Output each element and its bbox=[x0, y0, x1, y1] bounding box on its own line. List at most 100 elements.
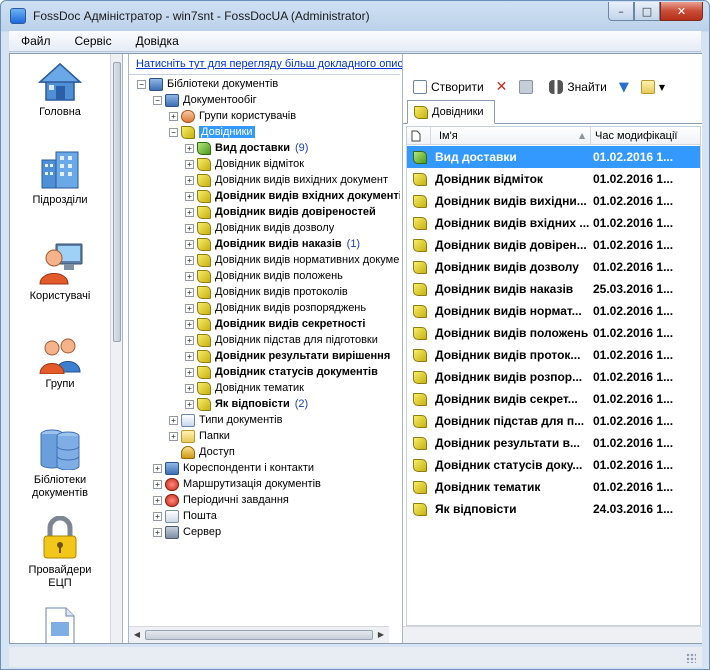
details-hint-link[interactable]: Натисніть тут для перегляду більш доклад… bbox=[136, 58, 408, 70]
expand-icon[interactable]: + bbox=[185, 351, 194, 361]
tree-node[interactable]: +book Довідник видів положень bbox=[185, 268, 343, 284]
resize-grip-icon[interactable] bbox=[686, 653, 696, 663]
expand-icon[interactable]: + bbox=[153, 511, 162, 521]
title-bar[interactable]: FossDoc Адміністратор - win7snt - FossDo… bbox=[1, 1, 709, 31]
expand-icon[interactable]: + bbox=[185, 335, 194, 345]
nav-item-libraries[interactable]: Бібліотеки документів bbox=[10, 426, 110, 500]
expand-icon[interactable]: + bbox=[185, 255, 194, 265]
tree-node[interactable]: +book Довідник видів довіреностей bbox=[185, 204, 376, 220]
expand-icon[interactable]: + bbox=[185, 175, 194, 185]
tree-node[interactable]: +book Довідник видів нормативних документ… bbox=[185, 252, 400, 268]
find-button[interactable]: Знайти bbox=[545, 78, 610, 96]
create-button[interactable]: Створити bbox=[409, 78, 488, 96]
nav-item-departments[interactable]: Підрозділи bbox=[10, 150, 110, 207]
col-name-header[interactable]: Ім'я ▲ bbox=[431, 127, 591, 145]
tree-node[interactable]: +book Довідник видів розпоряджень bbox=[185, 300, 366, 316]
collapse-icon[interactable]: − bbox=[137, 79, 146, 89]
table-row[interactable]: book Довідник видів нормат... 01.02.2016 1… bbox=[407, 300, 700, 322]
filter-button[interactable]: ▼ bbox=[615, 78, 633, 97]
scroll-left-icon[interactable]: ◀ bbox=[130, 627, 144, 643]
minimize-button[interactable]: – bbox=[608, 2, 634, 21]
menu-file[interactable]: Файл bbox=[9, 34, 63, 48]
nav-item-documents[interactable] bbox=[10, 606, 110, 643]
expand-icon[interactable]: + bbox=[185, 271, 194, 281]
table-row[interactable]: book Як відповісти 24.03.2016 1... bbox=[407, 498, 700, 520]
table-row[interactable]: book Довідник видів довірен... 01.02.2016 … bbox=[407, 234, 700, 256]
tree-horizontal-scrollbar[interactable]: ◀ ▶ bbox=[129, 626, 389, 643]
table-row[interactable]: book Довідник видів розпор... 01.02.2016 1… bbox=[407, 366, 700, 388]
table-row[interactable]: book Довідник результати в... 01.02.2016 1… bbox=[407, 432, 700, 454]
expand-icon[interactable]: + bbox=[185, 239, 194, 249]
tree-node[interactable]: +server Сервер bbox=[153, 524, 221, 540]
expand-icon[interactable]: + bbox=[185, 303, 194, 313]
scroll-right-icon[interactable]: ▶ bbox=[374, 627, 388, 643]
expand-icon[interactable]: + bbox=[185, 383, 194, 393]
tree-node[interactable]: +book Довідник видів наказів (1) bbox=[185, 236, 360, 252]
tab-directories[interactable]: Довідники bbox=[407, 100, 495, 124]
tree-node[interactable]: +folder Папки bbox=[169, 428, 230, 444]
table-row[interactable]: book Довідник відміток 01.02.2016 1... bbox=[407, 168, 700, 190]
nav-item-groups[interactable]: Групи bbox=[10, 334, 110, 391]
maximize-button[interactable]: □ bbox=[634, 2, 660, 21]
expand-icon[interactable]: + bbox=[185, 191, 194, 201]
tree-node[interactable]: +route Маршрутизація документів bbox=[153, 476, 321, 492]
tree-node[interactable]: +book Довідник статусів документів bbox=[185, 364, 378, 380]
save-button[interactable] bbox=[515, 78, 541, 96]
tree-node[interactable]: −lib Документообіг bbox=[153, 92, 257, 108]
table-row[interactable]: book Довідник видів наказів 25.03.2016 1..… bbox=[407, 278, 700, 300]
tree-node[interactable]: +mail Пошта bbox=[153, 508, 217, 524]
tree-node[interactable]: +users Групи користувачів bbox=[169, 108, 296, 124]
tree-node[interactable]: +types Типи документів bbox=[169, 412, 282, 428]
col-type-header[interactable] bbox=[407, 127, 431, 145]
table-row[interactable]: book Довідник статусів доку... 01.02.2016 … bbox=[407, 454, 700, 476]
tree-node[interactable]: +book Довідник видів секретності bbox=[185, 316, 365, 332]
expand-icon[interactable]: + bbox=[169, 431, 178, 441]
nav-item-home[interactable]: Головна bbox=[10, 62, 110, 119]
delete-button[interactable]: ✕ bbox=[492, 77, 512, 97]
tree-node[interactable]: access Доступ bbox=[169, 444, 235, 460]
expand-icon[interactable]: + bbox=[153, 495, 162, 505]
expand-icon[interactable]: + bbox=[185, 399, 194, 409]
expand-icon[interactable]: + bbox=[185, 143, 194, 153]
expand-icon[interactable]: + bbox=[169, 415, 178, 425]
tree-node[interactable]: +book Довідник відміток bbox=[185, 156, 304, 172]
expand-icon[interactable]: + bbox=[185, 367, 194, 377]
nav-item-signature-providers[interactable]: Провайдери ЕЦП bbox=[10, 516, 110, 590]
view-options-button[interactable]: ▼ bbox=[637, 78, 669, 96]
table-row[interactable]: book Довідник видів положень 01.02.2016 1.… bbox=[407, 322, 700, 344]
collapse-icon[interactable]: − bbox=[169, 127, 178, 137]
expand-icon[interactable]: + bbox=[153, 479, 162, 489]
expand-icon[interactable]: + bbox=[153, 463, 162, 473]
table-row[interactable]: book Довідник підстав для п... 01.02.2016 … bbox=[407, 410, 700, 432]
nav-scrollbar[interactable] bbox=[110, 54, 122, 643]
expand-icon[interactable]: + bbox=[185, 223, 194, 233]
nav-scroll-thumb[interactable] bbox=[113, 62, 121, 342]
table-row[interactable]: book Довідник видів вхідних ...01.02.2016… bbox=[407, 212, 700, 234]
expand-icon[interactable]: + bbox=[169, 111, 178, 121]
table-row[interactable]: book Довідник тематик 01.02.2016 1... bbox=[407, 476, 700, 498]
table-row[interactable]: book Довідник видів вихідни... 01.02.2016 … bbox=[407, 190, 700, 212]
tree-node[interactable]: +book Довідник видів вихідних документ bbox=[185, 172, 388, 188]
menu-service[interactable]: Сервіс bbox=[63, 34, 124, 48]
col-date-header[interactable]: Час модифікації bbox=[591, 127, 700, 145]
tree-node[interactable]: +book Довідник тематик bbox=[185, 380, 304, 396]
content-horizontal-scrollbar[interactable] bbox=[403, 626, 702, 643]
close-button[interactable]: ✕ bbox=[660, 2, 703, 21]
expand-icon[interactable]: + bbox=[185, 319, 194, 329]
expand-icon[interactable]: + bbox=[185, 287, 194, 297]
tree-node[interactable]: +book Довідник підстав для підготовки bbox=[185, 332, 378, 348]
expand-icon[interactable]: + bbox=[185, 159, 194, 169]
tree-node[interactable]: +lib Кореспонденти і контакти bbox=[153, 460, 314, 476]
table-row[interactable]: book Довідник видів секрет... 01.02.2016 1… bbox=[407, 388, 700, 410]
tree-node[interactable]: −lib Бібліотеки документів bbox=[137, 76, 278, 92]
tree-node[interactable]: +route Періодичні завдання bbox=[153, 492, 289, 508]
expand-icon[interactable]: + bbox=[153, 527, 162, 537]
tree-node[interactable]: +book Довідник результати вирішення bbox=[185, 348, 390, 364]
tree-node[interactable]: +book Довідник видів протоколів bbox=[185, 284, 348, 300]
tree-node[interactable]: −book Довідники bbox=[169, 124, 255, 140]
nav-item-users[interactable]: Користувачі bbox=[10, 242, 110, 303]
tree-node[interactable]: +green Вид доставки (9) bbox=[185, 140, 308, 156]
table-row[interactable]: book Довідник видів проток... 01.02.2016 1… bbox=[407, 344, 700, 366]
tree-scroll-thumb[interactable] bbox=[145, 630, 373, 640]
tree-node[interactable]: +book Довідник видів вхідних документів bbox=[185, 188, 400, 204]
